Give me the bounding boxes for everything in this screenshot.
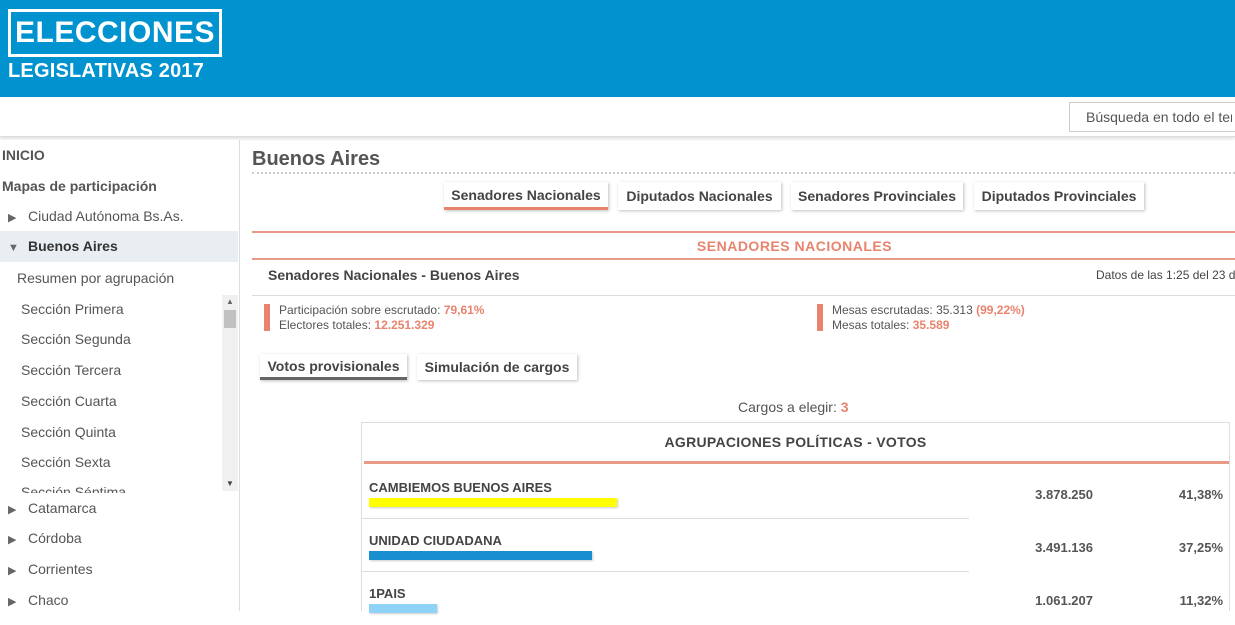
row-divider bbox=[362, 518, 969, 519]
mesas-escrutadas-label: Mesas escrutadas: bbox=[832, 303, 933, 317]
electores-value: 12.251.329 bbox=[374, 318, 435, 332]
vote-share-bar bbox=[369, 604, 437, 613]
mesas-escrutadas-pct: (99,22%) bbox=[976, 303, 1025, 317]
sidebar-item-label: Córdoba bbox=[28, 530, 82, 546]
sidebar-item-seccion[interactable]: Sección Quinta bbox=[21, 424, 116, 440]
cargos-a-elegir: Cargos a elegir: 3 bbox=[738, 399, 849, 415]
logo-title: ELECCIONES bbox=[8, 9, 222, 57]
scroll-thumb[interactable] bbox=[224, 310, 236, 328]
expand-arrow-icon: ▶ bbox=[8, 596, 17, 608]
sidebar-item-inicio[interactable]: INICIO bbox=[0, 147, 238, 163]
sidebar-item-mapas[interactable]: Mapas de participación bbox=[0, 178, 238, 194]
sidebar-item-label: Corrientes bbox=[28, 561, 93, 577]
party-percentage: 37,25% bbox=[1178, 540, 1223, 555]
results-subtitle: Senadores Nacionales - Buenos Aires bbox=[268, 267, 520, 283]
party-name: UNIDAD CIUDADANA bbox=[369, 533, 502, 548]
party-votes: 3.491.136 bbox=[1035, 540, 1093, 555]
cargos-value: 3 bbox=[840, 399, 849, 415]
sidebar-item-cordoba[interactable]: ▶ Córdoba bbox=[0, 530, 238, 546]
table-header-divider bbox=[364, 461, 1229, 464]
elecciones-logo[interactable]: ELECCIONES LEGISLATIVAS 2017 bbox=[8, 9, 222, 83]
sidebar-item-chaco[interactable]: ▶ Chaco bbox=[0, 592, 238, 608]
search-input[interactable] bbox=[1069, 102, 1235, 132]
sidebar-item-corrientes[interactable]: ▶ Corrientes bbox=[0, 561, 238, 577]
party-name: 1PAIS bbox=[369, 586, 406, 601]
results-table: AGRUPACIONES POLÍTICAS - VOTOS CAMBIEMOS… bbox=[361, 422, 1230, 613]
expand-arrow-icon: ▶ bbox=[8, 504, 17, 516]
sidebar-item-label: Chaco bbox=[28, 592, 69, 608]
party-name: CAMBIEMOS BUENOS AIRES bbox=[369, 480, 552, 495]
tab-diputados-provinciales[interactable]: Diputados Provinciales bbox=[974, 182, 1144, 210]
secciones-scrollbar[interactable]: ▲ ▼ bbox=[222, 295, 238, 491]
participacion-label: Participación sobre escrutado: bbox=[279, 303, 441, 317]
cargos-label: Cargos a elegir: bbox=[738, 399, 837, 415]
stat-marker bbox=[264, 304, 270, 331]
tab-votos-provisionales[interactable]: Votos provisionales bbox=[260, 354, 407, 380]
sidebar-item-seccion[interactable]: Sección Primera bbox=[21, 301, 124, 317]
table-row[interactable]: 1PAIS 1.061.207 11,32% bbox=[362, 573, 1229, 625]
party-percentage: 41,38% bbox=[1178, 487, 1223, 502]
row-divider bbox=[362, 571, 969, 572]
participacion-value: 79,61% bbox=[443, 303, 485, 317]
tab-simulacion-cargos[interactable]: Simulación de cargos bbox=[417, 354, 577, 380]
party-votes: 1.061.207 bbox=[1035, 593, 1093, 608]
sidebar: INICIO Mapas de participación ▶ Ciudad Au… bbox=[0, 140, 240, 611]
mesas-totales-label: Mesas totales: bbox=[832, 318, 910, 332]
sidebar-item-buenos-aires[interactable]: ▼ Buenos Aires bbox=[0, 231, 238, 262]
section-title: SENADORES NACIONALES bbox=[696, 238, 893, 254]
stat-marker bbox=[817, 304, 823, 331]
sidebar-item-seccion[interactable]: Sección Cuarta bbox=[21, 393, 117, 409]
top-banner: ELECCIONES LEGISLATIVAS 2017 bbox=[0, 0, 1235, 97]
logo-subtitle: LEGISLATIVAS 2017 bbox=[8, 60, 205, 82]
expand-arrow-icon: ▶ bbox=[8, 565, 17, 577]
tab-diputados-nacionales[interactable]: Diputados Nacionales bbox=[618, 182, 781, 210]
sidebar-item-seccion[interactable]: Sección Tercera bbox=[21, 362, 121, 378]
secciones-list[interactable]: Sección Primera Sección Segunda Sección … bbox=[0, 292, 238, 493]
collapse-arrow-icon: ▼ bbox=[8, 242, 19, 254]
sidebar-item-label: Buenos Aires bbox=[28, 238, 118, 254]
vote-share-bar bbox=[369, 498, 617, 507]
table-row[interactable]: CAMBIEMOS BUENOS AIRES 3.878.250 41,38% bbox=[362, 467, 1229, 519]
page-title: Buenos Aires bbox=[252, 148, 381, 170]
sidebar-item-label: Catamarca bbox=[28, 500, 97, 516]
party-votes: 3.878.250 bbox=[1035, 487, 1093, 502]
section-divider bbox=[252, 231, 1235, 233]
section-divider bbox=[252, 258, 1235, 260]
search-bar-row bbox=[0, 97, 1235, 137]
title-divider bbox=[252, 172, 1235, 174]
stat-mesas: Mesas escrutadas: 35.313 (99,22%) Mesas … bbox=[832, 303, 1025, 333]
expand-arrow-icon: ▶ bbox=[8, 212, 17, 224]
sidebar-item-catamarca[interactable]: ▶ Catamarca bbox=[0, 500, 238, 516]
divider bbox=[252, 295, 1235, 296]
stat-participacion: Participación sobre escrutado: 79,61% El… bbox=[279, 303, 484, 333]
sidebar-item-label: Ciudad Autónoma Bs.As. bbox=[28, 208, 184, 224]
main-content: Buenos Aires Senadores Nacionales Diputa… bbox=[252, 140, 1235, 613]
sidebar-item-seccion[interactable]: Sección Segunda bbox=[21, 331, 131, 347]
sidebar-item-seccion[interactable]: Sección Séptima bbox=[21, 484, 126, 493]
scroll-down-icon[interactable]: ▼ bbox=[222, 477, 238, 491]
scroll-up-icon[interactable]: ▲ bbox=[222, 295, 238, 309]
sidebar-item-resumen[interactable]: Resumen por agrupación bbox=[0, 270, 238, 286]
vote-share-bar bbox=[369, 551, 593, 560]
tab-senadores-nacionales[interactable]: Senadores Nacionales bbox=[444, 182, 608, 210]
data-timestamp: Datos de las 1:25 del 23 de octubre bbox=[1096, 268, 1235, 282]
mesas-totales-value: 35.589 bbox=[912, 318, 950, 332]
table-row[interactable]: UNIDAD CIUDADANA 3.491.136 37,25% bbox=[362, 520, 1229, 572]
electores-label: Electores totales: bbox=[279, 318, 372, 332]
table-header: AGRUPACIONES POLÍTICAS - VOTOS bbox=[664, 434, 927, 450]
mesas-escrutadas-value: 35.313 bbox=[936, 303, 973, 317]
sidebar-item-seccion[interactable]: Sección Sexta bbox=[21, 454, 111, 470]
expand-arrow-icon: ▶ bbox=[8, 534, 17, 546]
sidebar-item-ciudad[interactable]: ▶ Ciudad Autónoma Bs.As. bbox=[0, 208, 238, 224]
tab-senadores-provinciales[interactable]: Senadores Provinciales bbox=[791, 182, 963, 210]
party-percentage: 11,32% bbox=[1179, 593, 1223, 608]
